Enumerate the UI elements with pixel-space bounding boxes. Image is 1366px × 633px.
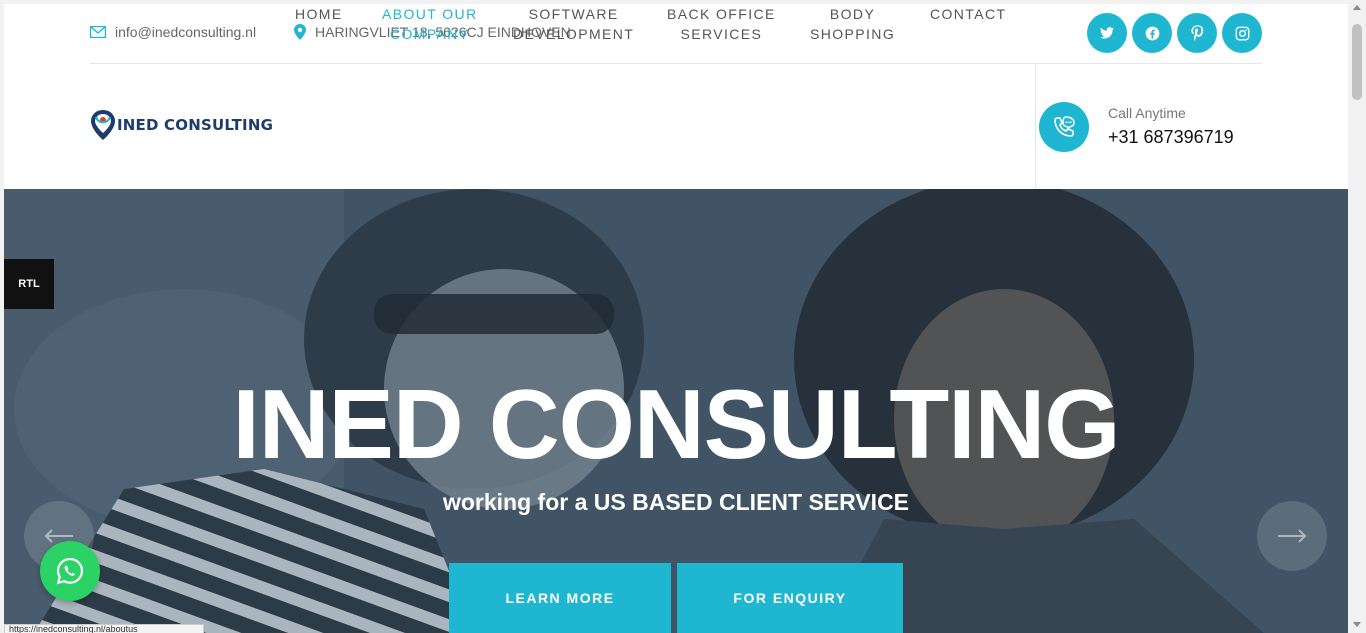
hero-subtitle: working for a US BASED CLIENT SERVICE [442,489,910,515]
social-links [1087,13,1262,53]
twitter-icon[interactable] [1087,13,1127,53]
nav-back-office-services[interactable]: BACK OFFICE SERVICES [667,4,776,44]
learn-more-button[interactable]: LEARN MORE [449,563,671,633]
call-label: Call Anytime [1108,105,1186,121]
scroll-up-arrow-icon[interactable] [1353,5,1361,10]
nav-software-label-line1: SOFTWARE [528,6,619,22]
nav-software-development[interactable]: SOFTWARE DEVELOPMENT [513,4,634,44]
scroll-thumb[interactable] [1352,24,1362,100]
nav-about-label-line1: ABOUT OUR [382,6,478,22]
nav-body-shopping[interactable]: BODY SHOPPING [810,4,895,44]
email-contact[interactable]: info@inedconsulting.nl [90,24,256,40]
nav-about-label-line2: COMPANY [390,26,470,42]
whatsapp-button[interactable] [40,541,100,601]
nav-body-label-line2: SHOPPING [810,26,896,42]
site-logo[interactable]: INED CONSULTING [90,108,273,142]
browser-status-url: https://inedconsulting.nl/aboutus [4,624,204,633]
slider-next-button[interactable] [1257,501,1327,571]
nav-contact[interactable]: CONTACT [930,4,1006,24]
header-divider [1035,64,1036,189]
whatsapp-icon [56,557,84,585]
page-scrollbar[interactable] [1348,0,1366,633]
pinterest-icon[interactable] [1177,13,1217,53]
nav-software-label-line2: DEVELOPMENT [513,26,635,42]
facebook-icon[interactable] [1132,13,1172,53]
scroll-down-arrow-icon[interactable] [1353,622,1361,627]
location-pin-icon [294,24,306,40]
mail-icon [90,26,106,38]
nav-home-label: HOME [295,6,343,22]
instagram-icon[interactable] [1222,13,1262,53]
hero-slider: INED CONSULTING working for a US BASED C… [4,189,1348,633]
nav-backoffice-label-line2: SERVICES [680,26,763,42]
nav-about-our-company[interactable]: ABOUT OUR COMPANY [382,4,478,44]
page: info@inedconsulting.nl HARINGVLIET 18, 5… [4,4,1348,633]
hero-title: INED CONSULTING [232,369,1121,479]
nav-contact-label: CONTACT [930,6,1007,22]
nav-backoffice-label-line1: BACK OFFICE [667,6,776,22]
nav-body-label-line1: BODY [829,6,876,22]
email-text[interactable]: info@inedconsulting.nl [115,24,256,40]
call-number[interactable]: +31 687396719 [1108,127,1234,148]
rtl-toggle-button[interactable]: RTL [4,259,54,309]
logo-text: INED CONSULTING [117,116,274,134]
arrow-right-icon [1278,529,1307,543]
nav-home[interactable]: HOME [295,4,343,24]
phone-chat-icon[interactable] [1039,102,1089,152]
logo-mark-icon [91,110,115,140]
for-enquiry-button[interactable]: FOR ENQUIRY [677,563,903,633]
